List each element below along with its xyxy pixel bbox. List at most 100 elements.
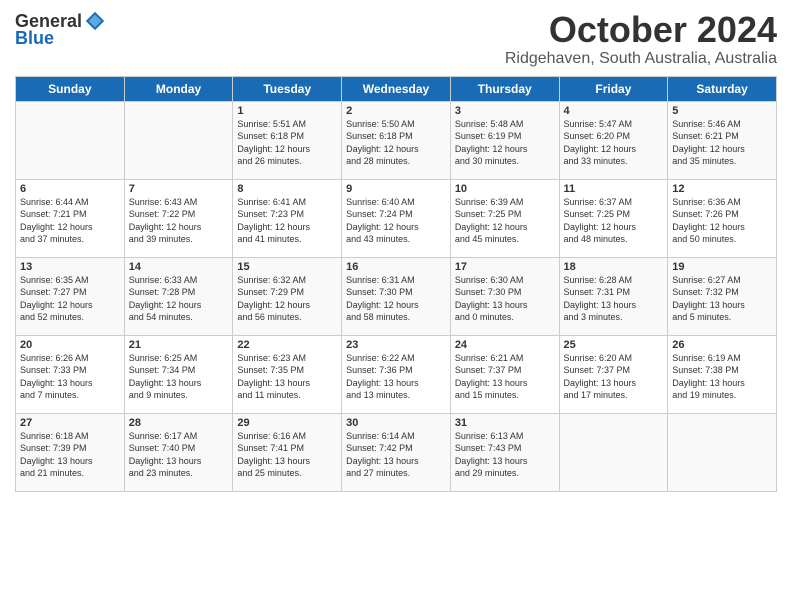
day-info: Sunrise: 6:39 AM Sunset: 7:25 PM Dayligh… <box>455 196 555 246</box>
day-info: Sunrise: 5:50 AM Sunset: 6:18 PM Dayligh… <box>346 118 446 168</box>
day-info: Sunrise: 6:19 AM Sunset: 7:38 PM Dayligh… <box>672 352 772 402</box>
calendar-cell: 11Sunrise: 6:37 AM Sunset: 7:25 PM Dayli… <box>559 179 668 257</box>
day-info: Sunrise: 6:21 AM Sunset: 7:37 PM Dayligh… <box>455 352 555 402</box>
calendar-cell: 27Sunrise: 6:18 AM Sunset: 7:39 PM Dayli… <box>16 413 125 491</box>
day-number: 27 <box>20 417 120 429</box>
calendar-cell: 26Sunrise: 6:19 AM Sunset: 7:38 PM Dayli… <box>668 335 777 413</box>
calendar-cell: 13Sunrise: 6:35 AM Sunset: 7:27 PM Dayli… <box>16 257 125 335</box>
day-number: 17 <box>455 261 555 273</box>
calendar-cell: 25Sunrise: 6:20 AM Sunset: 7:37 PM Dayli… <box>559 335 668 413</box>
calendar-cell: 31Sunrise: 6:13 AM Sunset: 7:43 PM Dayli… <box>450 413 559 491</box>
day-info: Sunrise: 6:41 AM Sunset: 7:23 PM Dayligh… <box>237 196 337 246</box>
day-number: 3 <box>455 105 555 117</box>
calendar-cell <box>668 413 777 491</box>
weekday-header-saturday: Saturday <box>668 76 777 101</box>
day-info: Sunrise: 6:20 AM Sunset: 7:37 PM Dayligh… <box>564 352 664 402</box>
day-info: Sunrise: 6:44 AM Sunset: 7:21 PM Dayligh… <box>20 196 120 246</box>
calendar-cell: 1Sunrise: 5:51 AM Sunset: 6:18 PM Daylig… <box>233 101 342 179</box>
day-info: Sunrise: 6:13 AM Sunset: 7:43 PM Dayligh… <box>455 430 555 480</box>
logo-blue: Blue <box>15 28 106 49</box>
calendar-table: SundayMondayTuesdayWednesdayThursdayFrid… <box>15 76 777 492</box>
calendar-cell: 28Sunrise: 6:17 AM Sunset: 7:40 PM Dayli… <box>124 413 233 491</box>
day-number: 10 <box>455 183 555 195</box>
day-number: 1 <box>237 105 337 117</box>
weekday-header-wednesday: Wednesday <box>342 76 451 101</box>
day-info: Sunrise: 6:26 AM Sunset: 7:33 PM Dayligh… <box>20 352 120 402</box>
calendar-cell: 3Sunrise: 5:48 AM Sunset: 6:19 PM Daylig… <box>450 101 559 179</box>
day-number: 14 <box>129 261 229 273</box>
day-info: Sunrise: 5:51 AM Sunset: 6:18 PM Dayligh… <box>237 118 337 168</box>
day-number: 31 <box>455 417 555 429</box>
day-number: 7 <box>129 183 229 195</box>
calendar-cell: 2Sunrise: 5:50 AM Sunset: 6:18 PM Daylig… <box>342 101 451 179</box>
calendar-cell: 14Sunrise: 6:33 AM Sunset: 7:28 PM Dayli… <box>124 257 233 335</box>
weekday-header-tuesday: Tuesday <box>233 76 342 101</box>
day-number: 9 <box>346 183 446 195</box>
title-section: October 2024 Ridgehaven, South Australia… <box>505 10 777 68</box>
day-info: Sunrise: 5:47 AM Sunset: 6:20 PM Dayligh… <box>564 118 664 168</box>
calendar-cell: 12Sunrise: 6:36 AM Sunset: 7:26 PM Dayli… <box>668 179 777 257</box>
week-row-4: 20Sunrise: 6:26 AM Sunset: 7:33 PM Dayli… <box>16 335 777 413</box>
page-container: General Blue October 2024 Ridgehaven, So… <box>0 0 792 502</box>
calendar-cell: 10Sunrise: 6:39 AM Sunset: 7:25 PM Dayli… <box>450 179 559 257</box>
calendar-cell: 8Sunrise: 6:41 AM Sunset: 7:23 PM Daylig… <box>233 179 342 257</box>
day-number: 21 <box>129 339 229 351</box>
week-row-3: 13Sunrise: 6:35 AM Sunset: 7:27 PM Dayli… <box>16 257 777 335</box>
day-number: 4 <box>564 105 664 117</box>
calendar-cell: 22Sunrise: 6:23 AM Sunset: 7:35 PM Dayli… <box>233 335 342 413</box>
weekday-header-sunday: Sunday <box>16 76 125 101</box>
day-number: 5 <box>672 105 772 117</box>
day-number: 23 <box>346 339 446 351</box>
day-number: 2 <box>346 105 446 117</box>
day-info: Sunrise: 6:28 AM Sunset: 7:31 PM Dayligh… <box>564 274 664 324</box>
calendar-cell: 4Sunrise: 5:47 AM Sunset: 6:20 PM Daylig… <box>559 101 668 179</box>
day-info: Sunrise: 6:14 AM Sunset: 7:42 PM Dayligh… <box>346 430 446 480</box>
day-info: Sunrise: 6:31 AM Sunset: 7:30 PM Dayligh… <box>346 274 446 324</box>
calendar-cell: 6Sunrise: 6:44 AM Sunset: 7:21 PM Daylig… <box>16 179 125 257</box>
calendar-cell: 20Sunrise: 6:26 AM Sunset: 7:33 PM Dayli… <box>16 335 125 413</box>
header: General Blue October 2024 Ridgehaven, So… <box>15 10 777 68</box>
calendar-cell <box>16 101 125 179</box>
weekday-header-thursday: Thursday <box>450 76 559 101</box>
calendar-cell: 24Sunrise: 6:21 AM Sunset: 7:37 PM Dayli… <box>450 335 559 413</box>
calendar-cell: 18Sunrise: 6:28 AM Sunset: 7:31 PM Dayli… <box>559 257 668 335</box>
calendar-cell: 17Sunrise: 6:30 AM Sunset: 7:30 PM Dayli… <box>450 257 559 335</box>
day-info: Sunrise: 6:27 AM Sunset: 7:32 PM Dayligh… <box>672 274 772 324</box>
weekday-header-monday: Monday <box>124 76 233 101</box>
calendar-cell: 23Sunrise: 6:22 AM Sunset: 7:36 PM Dayli… <box>342 335 451 413</box>
day-info: Sunrise: 6:18 AM Sunset: 7:39 PM Dayligh… <box>20 430 120 480</box>
day-info: Sunrise: 5:48 AM Sunset: 6:19 PM Dayligh… <box>455 118 555 168</box>
day-info: Sunrise: 6:30 AM Sunset: 7:30 PM Dayligh… <box>455 274 555 324</box>
day-info: Sunrise: 6:16 AM Sunset: 7:41 PM Dayligh… <box>237 430 337 480</box>
calendar-cell: 21Sunrise: 6:25 AM Sunset: 7:34 PM Dayli… <box>124 335 233 413</box>
day-info: Sunrise: 6:37 AM Sunset: 7:25 PM Dayligh… <box>564 196 664 246</box>
calendar-cell: 19Sunrise: 6:27 AM Sunset: 7:32 PM Dayli… <box>668 257 777 335</box>
day-number: 26 <box>672 339 772 351</box>
day-info: Sunrise: 6:33 AM Sunset: 7:28 PM Dayligh… <box>129 274 229 324</box>
week-row-2: 6Sunrise: 6:44 AM Sunset: 7:21 PM Daylig… <box>16 179 777 257</box>
day-info: Sunrise: 6:25 AM Sunset: 7:34 PM Dayligh… <box>129 352 229 402</box>
day-number: 25 <box>564 339 664 351</box>
calendar-cell: 7Sunrise: 6:43 AM Sunset: 7:22 PM Daylig… <box>124 179 233 257</box>
day-number: 19 <box>672 261 772 273</box>
day-number: 16 <box>346 261 446 273</box>
logo: General Blue <box>15 10 106 49</box>
day-info: Sunrise: 6:40 AM Sunset: 7:24 PM Dayligh… <box>346 196 446 246</box>
location: Ridgehaven, South Australia, Australia <box>505 50 777 68</box>
weekday-header-row: SundayMondayTuesdayWednesdayThursdayFrid… <box>16 76 777 101</box>
week-row-1: 1Sunrise: 5:51 AM Sunset: 6:18 PM Daylig… <box>16 101 777 179</box>
day-number: 18 <box>564 261 664 273</box>
month-title: October 2024 <box>505 10 777 50</box>
day-info: Sunrise: 6:23 AM Sunset: 7:35 PM Dayligh… <box>237 352 337 402</box>
day-number: 12 <box>672 183 772 195</box>
calendar-cell: 16Sunrise: 6:31 AM Sunset: 7:30 PM Dayli… <box>342 257 451 335</box>
day-number: 6 <box>20 183 120 195</box>
day-info: Sunrise: 5:46 AM Sunset: 6:21 PM Dayligh… <box>672 118 772 168</box>
day-number: 13 <box>20 261 120 273</box>
day-number: 20 <box>20 339 120 351</box>
weekday-header-friday: Friday <box>559 76 668 101</box>
day-info: Sunrise: 6:43 AM Sunset: 7:22 PM Dayligh… <box>129 196 229 246</box>
day-info: Sunrise: 6:22 AM Sunset: 7:36 PM Dayligh… <box>346 352 446 402</box>
day-info: Sunrise: 6:32 AM Sunset: 7:29 PM Dayligh… <box>237 274 337 324</box>
calendar-cell: 30Sunrise: 6:14 AM Sunset: 7:42 PM Dayli… <box>342 413 451 491</box>
